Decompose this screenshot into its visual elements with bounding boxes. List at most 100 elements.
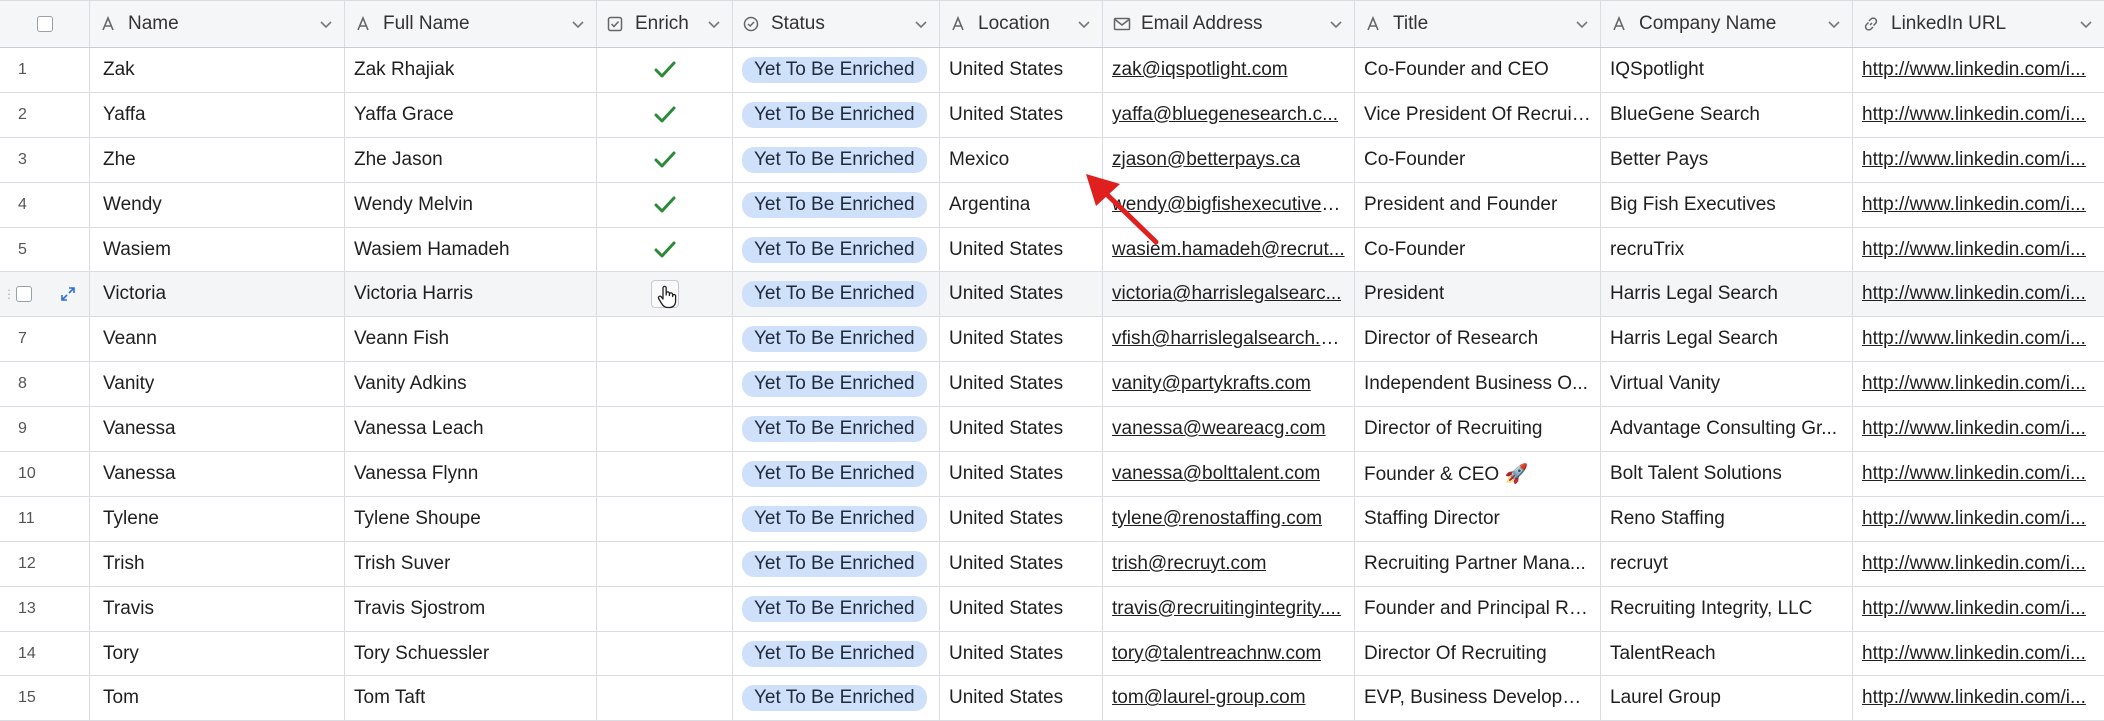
- status-cell[interactable]: Yet To Be Enriched: [733, 631, 940, 676]
- linkedin-cell[interactable]: http://www.linkedin.com/i...: [1853, 48, 2104, 92]
- linkedin-cell[interactable]: http://www.linkedin.com/i...: [1853, 362, 2104, 406]
- enrich-cell[interactable]: [597, 92, 733, 137]
- location-cell[interactable]: United States: [940, 586, 1103, 631]
- full-name-cell[interactable]: Zak Rhajiak: [345, 48, 597, 92]
- email-link[interactable]: trish@recruyt.com: [1112, 553, 1266, 575]
- full-name-cell[interactable]: Yaffa Grace: [345, 92, 597, 137]
- email-link[interactable]: zak@iqspotlight.com: [1112, 59, 1288, 81]
- location-cell[interactable]: United States: [940, 676, 1103, 721]
- linkedin-cell[interactable]: http://www.linkedin.com/i...: [1853, 228, 2104, 272]
- title-cell[interactable]: Founder & CEO 🚀: [1355, 452, 1601, 496]
- name-cell[interactable]: Yaffa: [90, 92, 345, 137]
- row-select-checkbox[interactable]: [16, 286, 32, 303]
- title-cell[interactable]: Vice President Of Recruit...: [1355, 92, 1601, 137]
- email-link[interactable]: tom@laurel-group.com: [1112, 687, 1306, 709]
- enrich-cell[interactable]: [597, 227, 733, 272]
- linkedin-link[interactable]: http://www.linkedin.com/i...: [1862, 328, 2086, 350]
- linkedin-link[interactable]: http://www.linkedin.com/i...: [1862, 283, 2086, 305]
- linkedin-link[interactable]: http://www.linkedin.com/i...: [1862, 373, 2086, 395]
- row-number-cell[interactable]: 11: [0, 496, 90, 541]
- linkedin-link[interactable]: http://www.linkedin.com/i...: [1862, 104, 2086, 126]
- email-link[interactable]: vanity@partykrafts.com: [1112, 373, 1311, 395]
- title-cell[interactable]: Independent Business O...: [1355, 362, 1601, 407]
- email-link[interactable]: vanessa@bolttalent.com: [1112, 463, 1320, 485]
- full-name-cell[interactable]: Vanessa Flynn: [345, 452, 597, 496]
- table-row[interactable]: 12 Trish Trish Suver Yet To Be Enriched …: [0, 541, 2104, 587]
- email-link[interactable]: zjason@betterpays.ca: [1112, 149, 1300, 171]
- title-cell[interactable]: Staffing Director: [1355, 496, 1601, 541]
- company-cell[interactable]: Recruiting Integrity, LLC: [1601, 586, 1853, 631]
- enrich-cell[interactable]: [597, 676, 733, 721]
- full-name-cell[interactable]: Tory Schuessler: [345, 631, 597, 676]
- name-cell[interactable]: Tom: [90, 676, 345, 721]
- linkedin-link[interactable]: http://www.linkedin.com/i...: [1862, 463, 2086, 485]
- linkedin-cell[interactable]: http://www.linkedin.com/i...: [1853, 497, 2104, 541]
- name-cell[interactable]: Zhe: [90, 137, 345, 182]
- column-header-email[interactable]: Email Address: [1103, 1, 1355, 47]
- table-row[interactable]: ⋮⋮ Victoria Victoria Harris Yet To Be En…: [0, 272, 2104, 318]
- column-header-full-name[interactable]: Full Name: [345, 1, 597, 47]
- check-icon[interactable]: [654, 106, 676, 124]
- linkedin-cell[interactable]: http://www.linkedin.com/i...: [1853, 407, 2104, 451]
- linkedin-cell[interactable]: http://www.linkedin.com/i...: [1853, 632, 2104, 676]
- email-cell[interactable]: travis@recruitingintegrity....: [1103, 586, 1355, 631]
- enrich-cell[interactable]: [597, 317, 733, 362]
- email-cell[interactable]: vanessa@bolttalent.com: [1103, 452, 1355, 496]
- company-cell[interactable]: Harris Legal Search: [1601, 317, 1853, 362]
- status-cell[interactable]: Yet To Be Enriched: [733, 676, 940, 721]
- enrich-cell[interactable]: [597, 631, 733, 676]
- chevron-down-icon[interactable]: [571, 17, 587, 31]
- linkedin-link[interactable]: http://www.linkedin.com/i...: [1862, 687, 2086, 709]
- enrich-cell[interactable]: [597, 362, 733, 407]
- title-cell[interactable]: Co-Founder and CEO: [1355, 48, 1601, 92]
- row-number-cell[interactable]: 7: [0, 317, 90, 362]
- chevron-down-icon[interactable]: [2079, 17, 2095, 31]
- name-cell[interactable]: Victoria: [90, 272, 345, 317]
- company-cell[interactable]: Bolt Talent Solutions: [1601, 452, 1853, 496]
- status-cell[interactable]: Yet To Be Enriched: [733, 137, 940, 182]
- table-row[interactable]: 9 Vanessa Vanessa Leach Yet To Be Enrich…: [0, 407, 2104, 453]
- chevron-down-icon[interactable]: [1575, 17, 1591, 31]
- location-cell[interactable]: United States: [940, 541, 1103, 586]
- column-header-linkedin[interactable]: LinkedIn URL: [1853, 1, 2104, 47]
- full-name-cell[interactable]: Vanessa Leach: [345, 407, 597, 452]
- status-cell[interactable]: Yet To Be Enriched: [733, 317, 940, 362]
- company-cell[interactable]: Better Pays: [1601, 137, 1853, 182]
- email-link[interactable]: travis@recruitingintegrity....: [1112, 598, 1341, 620]
- email-cell[interactable]: tom@laurel-group.com: [1103, 676, 1355, 721]
- status-cell[interactable]: Yet To Be Enriched: [733, 541, 940, 586]
- status-cell[interactable]: Yet To Be Enriched: [733, 92, 940, 137]
- enrich-cell[interactable]: [597, 272, 733, 317]
- check-icon[interactable]: [654, 61, 676, 79]
- column-header-company[interactable]: Company Name: [1601, 1, 1853, 47]
- check-icon[interactable]: [654, 151, 676, 169]
- linkedin-link[interactable]: http://www.linkedin.com/i...: [1862, 239, 2086, 261]
- expand-record-icon[interactable]: [60, 286, 76, 302]
- column-header-name[interactable]: Name: [90, 1, 345, 47]
- status-cell[interactable]: Yet To Be Enriched: [733, 48, 940, 92]
- company-cell[interactable]: Harris Legal Search: [1601, 272, 1853, 317]
- name-cell[interactable]: Veann: [90, 317, 345, 362]
- enrich-checkbox[interactable]: [650, 280, 679, 309]
- linkedin-link[interactable]: http://www.linkedin.com/i...: [1862, 418, 2086, 440]
- company-cell[interactable]: IQSpotlight: [1601, 48, 1853, 92]
- location-cell[interactable]: United States: [940, 48, 1103, 92]
- name-cell[interactable]: Zak: [90, 48, 345, 92]
- table-row[interactable]: 8 Vanity Vanity Adkins Yet To Be Enriche…: [0, 362, 2104, 408]
- company-cell[interactable]: recruTrix: [1601, 227, 1853, 272]
- linkedin-link[interactable]: http://www.linkedin.com/i...: [1862, 508, 2086, 530]
- chevron-down-icon[interactable]: [914, 17, 930, 31]
- location-cell[interactable]: United States: [940, 362, 1103, 407]
- title-cell[interactable]: Director of Research: [1355, 317, 1601, 362]
- linkedin-link[interactable]: http://www.linkedin.com/i...: [1862, 598, 2086, 620]
- table-row[interactable]: 13 Travis Travis Sjostrom Yet To Be Enri…: [0, 586, 2104, 632]
- row-number-cell[interactable]: 4: [0, 182, 90, 227]
- status-cell[interactable]: Yet To Be Enriched: [733, 496, 940, 541]
- table-row[interactable]: 14 Tory Tory Schuessler Yet To Be Enrich…: [0, 631, 2104, 677]
- title-cell[interactable]: Director Of Recruiting: [1355, 631, 1601, 676]
- status-cell[interactable]: Yet To Be Enriched: [733, 452, 940, 496]
- linkedin-cell[interactable]: http://www.linkedin.com/i...: [1853, 138, 2104, 182]
- title-cell[interactable]: President: [1355, 272, 1601, 317]
- full-name-cell[interactable]: Travis Sjostrom: [345, 586, 597, 631]
- table-row[interactable]: 1 Zak Zak Rhajiak Yet To Be Enriched Uni…: [0, 48, 2104, 93]
